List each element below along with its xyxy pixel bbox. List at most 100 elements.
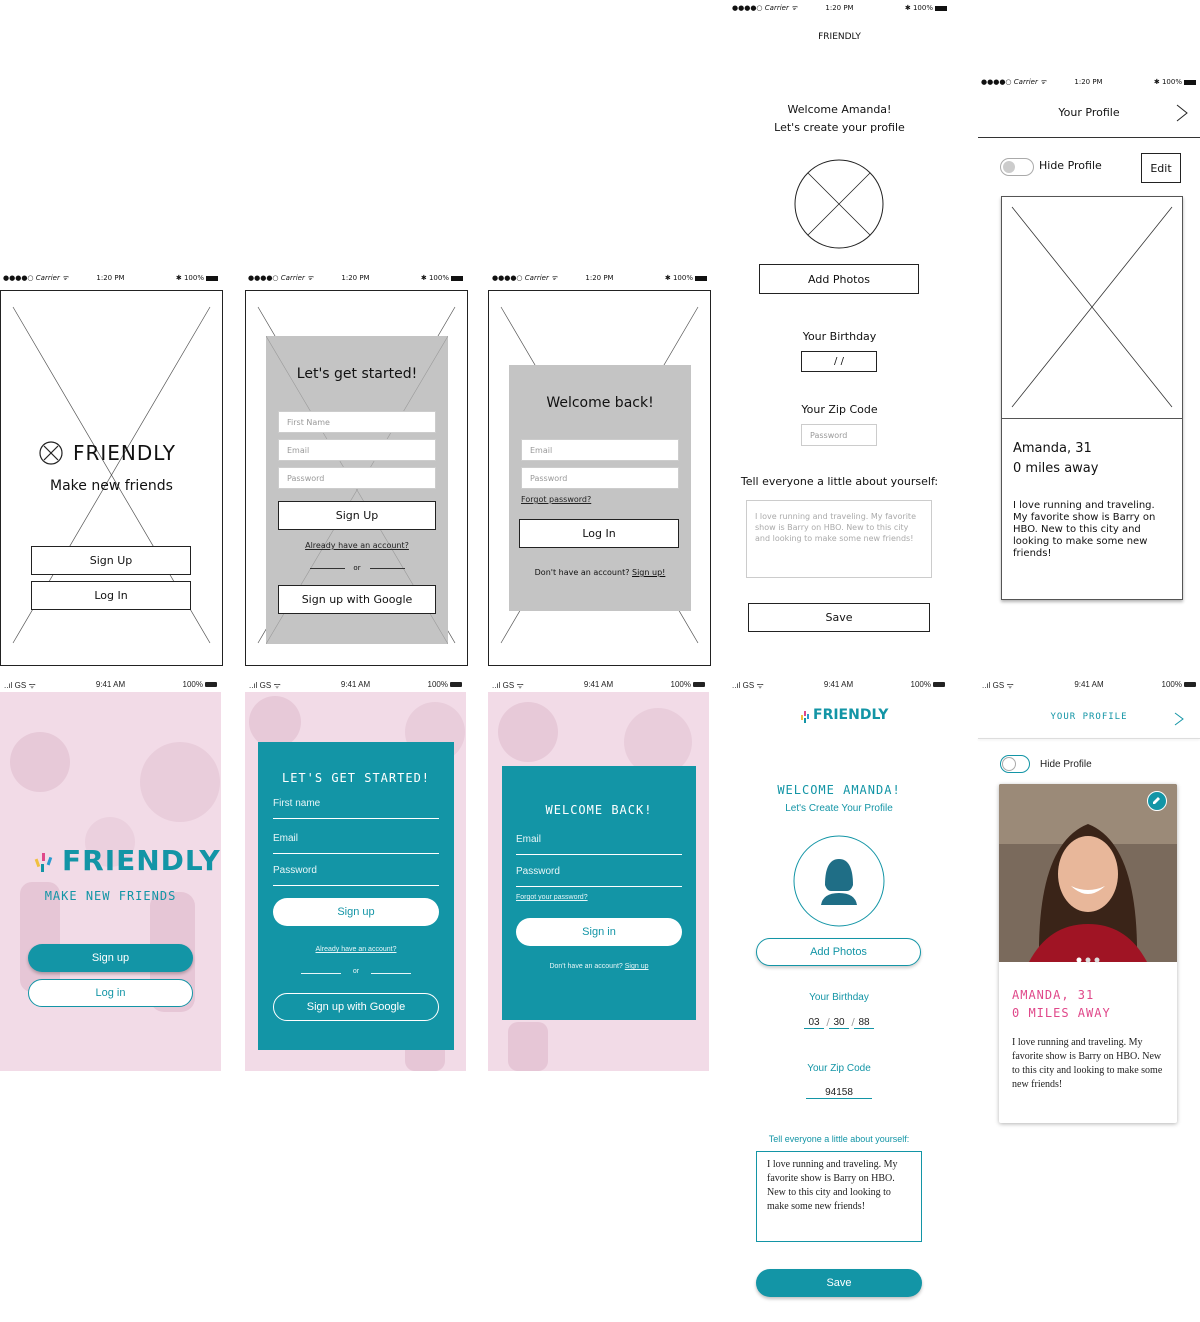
app-header: FRIENDLY <box>818 32 861 42</box>
email-field[interactable]: Email <box>278 439 436 461</box>
first-name-field[interactable]: First name <box>273 798 439 819</box>
signup-button[interactable]: Sign up <box>28 944 193 972</box>
save-button[interactable]: Save <box>748 603 930 632</box>
about-textarea[interactable]: I love running and traveling. My favorit… <box>746 500 932 578</box>
battery-indicator: ✱ 100% <box>421 274 463 282</box>
tagline: Make new friends <box>50 478 173 494</box>
profile-distance: 0 MILES AWAY <box>1012 1006 1111 1020</box>
header-divider <box>978 738 1200 739</box>
status-bar: ●●●●○ Carrier ᯤ 1:20 PM ✱ 100% <box>248 272 463 286</box>
password-field[interactable]: Password <box>278 467 436 489</box>
profile-photo-placeholder <box>1011 206 1173 408</box>
zip-label: Your Zip Code <box>801 403 878 416</box>
login-title: WELCOME BACK! <box>545 803 653 817</box>
status-bar: ●●●●○ Carrier ᯤ 1:20 PM ✱ 100% <box>492 272 707 286</box>
password-field[interactable]: Password <box>273 865 439 886</box>
wireframe-login-screen: Welcome back! Email Password Forgot pass… <box>488 290 711 666</box>
battery-indicator: ✱ 100% <box>1154 78 1196 86</box>
profile-distance: 0 miles away <box>1013 461 1099 476</box>
first-name-field[interactable]: First Name <box>278 411 436 433</box>
hifi-login-screen: WELCOME BACK! Email Password Forgot your… <box>488 692 709 1071</box>
logo-icon <box>39 441 63 465</box>
hide-profile-toggle[interactable] <box>1000 158 1034 176</box>
hide-profile-label: Hide Profile <box>1039 159 1102 172</box>
chevron-right-icon[interactable] <box>1175 104 1189 122</box>
chevron-right-icon[interactable] <box>1173 711 1185 726</box>
birthday-year-field[interactable]: 88 <box>854 1017 874 1029</box>
edit-button[interactable]: Edit <box>1141 153 1181 183</box>
login-button[interactable]: Log In <box>31 581 191 610</box>
profile-card: AMANDA, 31 0 MILES AWAY I love running a… <box>999 784 1177 1123</box>
wireframe-signup-screen: Let's get started! First Name Email Pass… <box>245 290 468 666</box>
email-field[interactable]: Email <box>516 834 682 855</box>
brand-title: FRIENDLY <box>813 707 889 723</box>
or-label: or <box>352 968 360 975</box>
hide-profile-toggle[interactable] <box>1000 755 1030 773</box>
edit-photo-icon[interactable] <box>1147 791 1167 811</box>
brand-title: FRIENDLY <box>62 844 221 877</box>
birthday-label: Your Birthday <box>802 330 877 343</box>
battery-indicator: 100% <box>183 680 217 689</box>
welcome-subtitle: Let's Create Your Profile <box>785 803 893 814</box>
logo-icon <box>800 709 810 723</box>
signup-button[interactable]: Sign Up <box>278 501 436 530</box>
google-signup-button[interactable]: Sign up with Google <box>273 993 439 1021</box>
carousel-dots-icon[interactable] <box>1076 948 1100 963</box>
login-button[interactable]: Log in <box>28 979 193 1007</box>
signup-link[interactable]: Sign up <box>625 963 649 970</box>
welcome-title: WELCOME AMANDA! <box>777 783 901 797</box>
add-photos-button[interactable]: Add Photos <box>756 938 921 966</box>
profile-name-age: AMANDA, 31 <box>1012 988 1095 1002</box>
email-field[interactable]: Email <box>273 833 439 854</box>
signup-button[interactable]: Sign Up <box>31 546 191 575</box>
battery-indicator: 100% <box>1162 680 1196 689</box>
welcome-subtitle: Let's create your profile <box>774 121 905 134</box>
hifi-profile-screen: YOUR PROFILE Hide Profile AMANDA, 31 0 M… <box>978 692 1200 1132</box>
wireframe-splash-screen: FRIENDLY Make new friends Sign Up Log In <box>0 290 223 666</box>
profile-photo <box>999 784 1177 962</box>
email-field[interactable]: Email <box>521 439 679 461</box>
battery-indicator: ✱ 100% <box>665 274 707 282</box>
password-field[interactable]: Password <box>521 467 679 489</box>
battery-indicator: 100% <box>428 680 462 689</box>
zip-field[interactable]: 94158 <box>806 1087 872 1099</box>
about-textarea[interactable]: I love running and traveling. My favorit… <box>756 1151 922 1242</box>
google-signup-button[interactable]: Sign up with Google <box>278 585 436 614</box>
hifi-splash-screen: FRIENDLY MAKE NEW FRIENDS Sign up Log in <box>0 692 221 1071</box>
save-button[interactable]: Save <box>756 1269 922 1297</box>
birthday-month-field[interactable]: 03 <box>804 1017 824 1029</box>
no-account-text: Don't have an account? Sign up <box>549 963 649 970</box>
have-account-link[interactable]: Already have an account? <box>258 946 454 953</box>
card-divider <box>1002 418 1182 419</box>
forgot-password-link[interactable]: Forgot your password? <box>516 894 588 901</box>
logo-icon <box>34 849 56 875</box>
zip-field[interactable]: Password <box>801 424 877 446</box>
about-label: Tell everyone a little about yourself: <box>768 1134 910 1144</box>
status-bar: ●●●●○ Carrier ᯤ 1:20 PM ✱ 100% <box>981 76 1196 90</box>
signup-title: LET'S GET STARTED! <box>281 771 431 785</box>
status-bar: ..ıl GS ᯤ 9:41 AM 100% <box>728 678 949 692</box>
add-photos-button[interactable]: Add Photos <box>759 264 919 294</box>
profile-bio: I love running and traveling. My favorit… <box>1013 500 1156 559</box>
profile-bio: I love running and traveling. My favorit… <box>1012 1037 1163 1090</box>
login-card: WELCOME BACK! Email Password Forgot your… <box>502 766 696 1020</box>
login-button[interactable]: Log In <box>519 519 679 548</box>
signin-button[interactable]: Sign in <box>516 918 682 946</box>
header-divider <box>978 137 1200 138</box>
signup-card: LET'S GET STARTED! First name Email Pass… <box>258 742 454 1050</box>
wireframe-create-profile-screen: FRIENDLY Welcome Amanda! Let's create yo… <box>732 0 947 660</box>
birthday-field[interactable]: / / <box>801 351 877 372</box>
signup-link[interactable]: Sign up! <box>632 568 665 577</box>
birthday-label: Your Birthday <box>809 992 869 1003</box>
forgot-password-link[interactable]: Forgot password? <box>521 495 591 504</box>
avatar-placeholder-icon <box>793 835 885 927</box>
status-bar: ..ıl GS ᯤ 9:41 AM 100% <box>245 678 466 692</box>
profile-title: YOUR PROFILE <box>1050 712 1128 722</box>
have-account-link[interactable]: Already have an account? <box>266 541 448 550</box>
signup-button[interactable]: Sign up <box>273 898 439 926</box>
battery-indicator: 100% <box>911 680 945 689</box>
password-field[interactable]: Password <box>516 866 682 887</box>
birthday-day-field[interactable]: 30 <box>829 1017 849 1029</box>
tagline: MAKE NEW FRIENDS <box>44 889 177 903</box>
hifi-signup-screen: LET'S GET STARTED! First name Email Pass… <box>245 692 466 1071</box>
